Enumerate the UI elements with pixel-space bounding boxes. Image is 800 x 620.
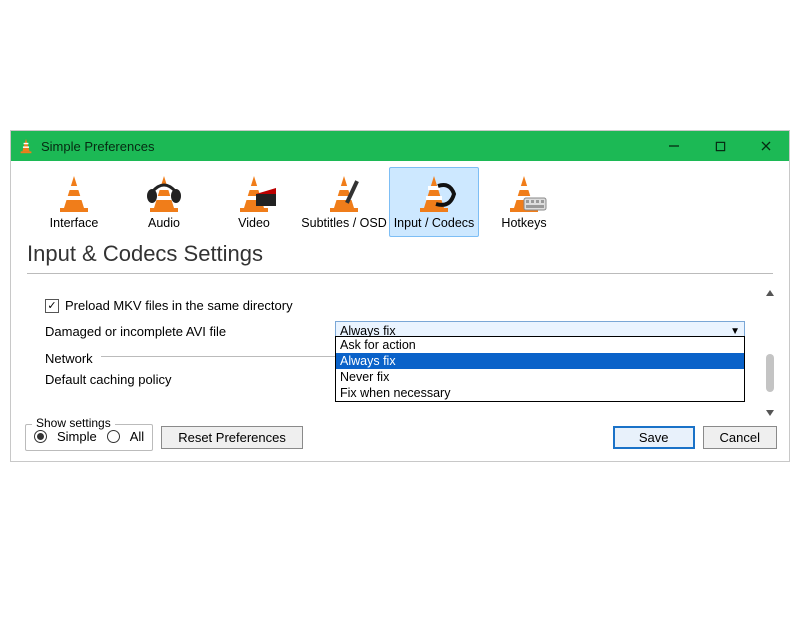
category-video[interactable]: Video <box>209 167 299 237</box>
reset-preferences-button[interactable]: Reset Preferences <box>161 426 303 449</box>
avi-option-always[interactable]: Always fix <box>336 353 744 369</box>
category-interface[interactable]: Interface <box>29 167 119 237</box>
category-label: Hotkeys <box>501 216 546 230</box>
category-audio[interactable]: Audio <box>119 167 209 237</box>
category-label: Input / Codecs <box>394 216 475 230</box>
cancel-button[interactable]: Cancel <box>703 426 777 449</box>
caching-policy-label: Default caching policy <box>45 372 335 387</box>
footer: Show settings Simple All Reset Preferenc… <box>11 424 789 461</box>
radio-all[interactable] <box>107 430 120 443</box>
category-label: Audio <box>148 216 180 230</box>
settings-pane: ✓ Preload MKV files in the same director… <box>27 282 779 424</box>
scroll-down-icon[interactable] <box>761 404 779 422</box>
avi-option-ask[interactable]: Ask for action <box>336 337 744 353</box>
radio-simple-label: Simple <box>57 429 97 444</box>
chevron-down-icon: ▼ <box>730 326 740 337</box>
category-label: Subtitles / OSD <box>301 216 386 230</box>
category-hotkeys[interactable]: Hotkeys <box>479 167 569 237</box>
category-label: Video <box>238 216 270 230</box>
avi-fix-listbox[interactable]: Ask for action Always fix Never fix Fix … <box>335 336 745 402</box>
show-settings-group: Show settings Simple All <box>25 424 153 451</box>
category-label: Interface <box>50 216 99 230</box>
save-button[interactable]: Save <box>613 426 695 449</box>
avi-fix-label: Damaged or incomplete AVI file <box>45 324 335 339</box>
radio-all-label: All <box>130 429 144 444</box>
scrollbar[interactable] <box>761 282 779 424</box>
divider <box>27 273 773 274</box>
network-group-label: Network <box>45 351 93 366</box>
cone-film-icon <box>410 174 458 214</box>
preferences-window: Simple Preferences Interface <box>10 130 790 462</box>
minimize-button[interactable] <box>651 131 697 161</box>
cone-keyboard-icon <box>500 174 548 214</box>
radio-simple[interactable] <box>34 430 47 443</box>
maximize-button[interactable] <box>697 131 743 161</box>
category-toolbar: Interface Audio <box>11 161 789 237</box>
cone-headphones-icon <box>140 174 188 214</box>
cone-pencil-icon <box>320 174 368 214</box>
scroll-thumb[interactable] <box>766 354 774 392</box>
cone-icon <box>50 174 98 214</box>
scroll-up-icon[interactable] <box>761 284 779 302</box>
category-subtitles[interactable]: Subtitles / OSD <box>299 167 389 237</box>
show-settings-legend: Show settings <box>32 416 115 430</box>
avi-option-when-necessary[interactable]: Fix when necessary <box>336 385 744 401</box>
avi-option-never[interactable]: Never fix <box>336 369 744 385</box>
preload-mkv-label: Preload MKV files in the same directory <box>65 298 293 313</box>
category-input-codecs[interactable]: Input / Codecs <box>389 167 479 237</box>
close-button[interactable] <box>743 131 789 161</box>
preload-mkv-checkbox[interactable]: ✓ <box>45 299 59 313</box>
cone-clapboard-icon <box>230 174 278 214</box>
window-title: Simple Preferences <box>41 139 154 154</box>
section-heading: Input & Codecs Settings <box>11 237 789 273</box>
app-cone-icon <box>17 137 35 155</box>
titlebar: Simple Preferences <box>11 131 789 161</box>
